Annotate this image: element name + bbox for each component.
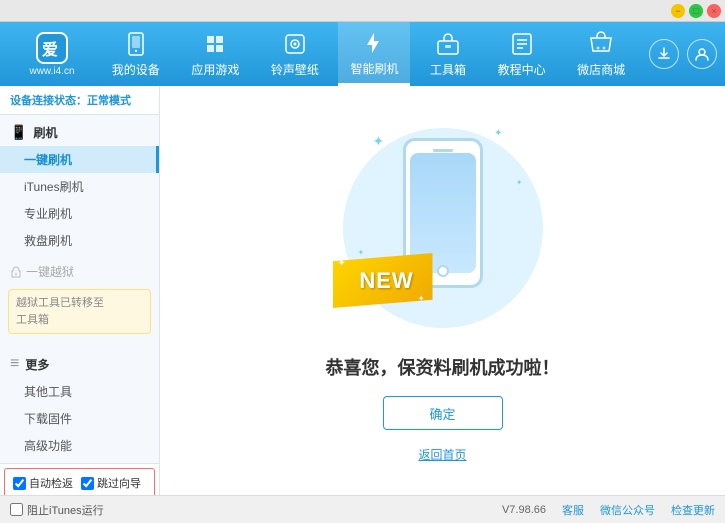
content-area: ✦ ✦ ✦ ✦ NEW ✦ ✦ 恭喜您，保资料 — [160, 86, 725, 495]
sidebar-item-data-flash[interactable]: 救盘刷机 — [0, 227, 159, 254]
logo-icon: 爱 — [36, 32, 68, 64]
flash-section: 📱 刷机 一键刷机 iTunes刷机 专业刷机 救盘刷机 — [0, 115, 159, 258]
sidebar-item-advanced[interactable]: 高级功能 — [0, 432, 159, 459]
nav-item-toolbox[interactable]: 工具箱 — [418, 22, 478, 86]
sidebar-item-download-fw[interactable]: 下载固件 — [0, 405, 159, 432]
skip-wizard-checkbox[interactable]: 跳过向导 — [81, 475, 141, 491]
my-device-icon — [122, 30, 150, 58]
back-link[interactable]: 返回首页 — [418, 446, 466, 463]
sparkle-3: ✦ — [516, 178, 523, 187]
nav-item-tutorial[interactable]: 教程中心 — [486, 22, 558, 86]
main-layout: 设备连接状态：正常模式 📱 刷机 一键刷机 iTunes刷机 专业刷机 救盘刷机… — [0, 86, 725, 495]
auto-update-checkbox[interactable]: 自动检返 — [13, 475, 73, 491]
title-bar: − □ × — [0, 0, 725, 22]
new-text: NEW — [359, 268, 413, 294]
lock-icon — [10, 266, 22, 278]
toolbox-icon — [434, 30, 462, 58]
status-label: 设备连接状态： — [10, 95, 87, 107]
version-label: V7.98.66 — [502, 504, 546, 516]
stop-itunes-area: 阻止iTunes运行 — [10, 502, 104, 518]
sidebar-item-jailbreak: 一键越狱 — [0, 258, 159, 285]
sparkle-4: ✦ — [358, 248, 365, 257]
sparkle-1: ✦ — [373, 133, 385, 150]
sidebar-item-other-tools[interactable]: 其他工具 — [0, 378, 159, 405]
nav-item-weidian[interactable]: 微店商城 — [565, 22, 637, 86]
nav-label-my-device: 我的设备 — [112, 61, 160, 78]
wechat-link[interactable]: 微信公众号 — [600, 502, 655, 518]
check-update-link[interactable]: 检查更新 — [671, 502, 715, 518]
nav-label-toolbox: 工具箱 — [430, 61, 466, 78]
smart-flash-icon — [360, 29, 388, 57]
nav-item-apps[interactable]: 应用游戏 — [179, 22, 251, 86]
phone-speaker — [433, 149, 453, 152]
support-link[interactable]: 客服 — [562, 502, 584, 518]
maximize-button[interactable]: □ — [689, 4, 703, 18]
download-button[interactable] — [649, 39, 679, 69]
success-content: ✦ ✦ ✦ ✦ NEW ✦ ✦ 恭喜您，保资料 — [326, 118, 560, 463]
ringtones-icon — [281, 30, 309, 58]
nav-label-ringtones: 铃声壁纸 — [271, 61, 319, 78]
nav-items: 我的设备 应用游戏 铃声壁纸 智能刷机 工具箱 — [96, 22, 641, 86]
user-button[interactable] — [687, 39, 717, 69]
weidian-icon — [587, 30, 615, 58]
header: 爱 www.i4.cn 我的设备 应用游戏 铃声壁纸 — [0, 22, 725, 86]
close-button[interactable]: × — [707, 4, 721, 18]
sidebar-item-one-key-flash[interactable]: 一键刷机 — [0, 146, 159, 173]
device-section: 自动检返 跳过向导 iPhone 12 mini 64GB — [0, 463, 159, 495]
flash-section-header: 📱 刷机 — [0, 119, 159, 146]
nav-item-my-device[interactable]: 我的设备 — [100, 22, 172, 86]
skip-wizard-input[interactable] — [81, 477, 94, 490]
more-section: ≡ 更多 其他工具 下载固件 高级功能 — [0, 346, 159, 463]
bottom-right: V7.98.66 客服 微信公众号 检查更新 — [502, 502, 715, 518]
status-value: 正常模式 — [87, 95, 131, 107]
logo[interactable]: 爱 www.i4.cn — [8, 32, 96, 77]
sidebar-item-pro-flash[interactable]: 专业刷机 — [0, 200, 159, 227]
stop-itunes-label: 阻止iTunes运行 — [27, 502, 104, 518]
nav-item-ringtones[interactable]: 铃声壁纸 — [259, 22, 331, 86]
nav-label-apps: 应用游戏 — [191, 61, 239, 78]
more-section-label: 更多 — [25, 356, 49, 373]
checkboxes-row: 自动检返 跳过向导 — [4, 468, 155, 495]
nav-right — [649, 39, 717, 69]
apps-icon — [201, 30, 229, 58]
flash-section-label: 刷机 — [33, 124, 57, 141]
logo-text: www.i4.cn — [29, 66, 74, 77]
svg-text:爱: 爱 — [42, 40, 58, 59]
tutorial-icon — [508, 30, 536, 58]
flash-section-icon: 📱 — [10, 124, 27, 141]
nav-label-tutorial: 教程中心 — [498, 61, 546, 78]
new-banner: NEW ✦ ✦ — [333, 253, 433, 308]
nav-label-smart-flash: 智能刷机 — [350, 60, 398, 77]
jailbreak-info-box: 越狱工具已转移至 工具箱 — [8, 289, 151, 334]
stop-itunes-checkbox[interactable] — [10, 503, 23, 516]
sidebar: 设备连接状态：正常模式 📱 刷机 一键刷机 iTunes刷机 专业刷机 救盘刷机… — [0, 86, 160, 495]
more-section-header: ≡ 更多 — [0, 350, 159, 378]
sidebar-item-itunes-flash[interactable]: iTunes刷机 — [0, 173, 159, 200]
nav-item-smart-flash[interactable]: 智能刷机 — [338, 22, 410, 86]
confirm-button[interactable]: 确定 — [383, 396, 503, 430]
phone-illustration: ✦ ✦ ✦ ✦ NEW ✦ ✦ — [343, 118, 543, 338]
sparkle-2: ✦ — [494, 128, 502, 139]
auto-update-input[interactable] — [13, 477, 26, 490]
phone-home-btn — [437, 265, 449, 277]
minimize-button[interactable]: − — [671, 4, 685, 18]
nav-label-weidian: 微店商城 — [577, 61, 625, 78]
star-1: ✦ — [338, 258, 346, 269]
more-section-icon: ≡ — [10, 355, 19, 373]
bottom-bar: 阻止iTunes运行 V7.98.66 客服 微信公众号 检查更新 — [0, 495, 725, 523]
success-title: 恭喜您，保资料刷机成功啦！ — [326, 354, 560, 380]
status-bar: 设备连接状态：正常模式 — [0, 86, 159, 115]
